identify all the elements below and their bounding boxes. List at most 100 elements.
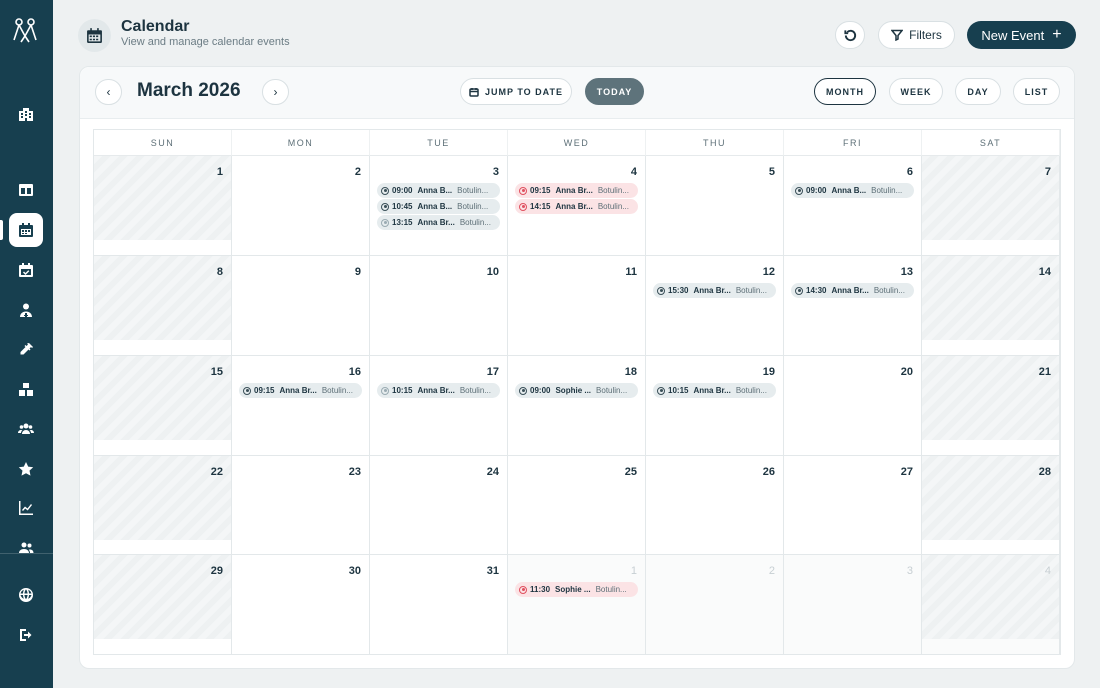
- day-cell[interactable]: 7: [922, 156, 1060, 256]
- event-chip[interactable]: 09:00 Anna B... Botulin...: [377, 183, 500, 198]
- weekday-header: MON: [232, 130, 370, 156]
- event-client: Anna Br...: [417, 218, 455, 227]
- day-number: 29: [210, 565, 223, 577]
- calendar-icon: [19, 223, 33, 237]
- day-cell[interactable]: 20: [784, 356, 922, 456]
- event-chip[interactable]: 15:30 Anna Br... Botulin...: [653, 283, 776, 298]
- weekday-header: SAT: [922, 130, 1060, 156]
- event-chip[interactable]: 09:00 Sophie ... Botulin...: [515, 383, 638, 398]
- logo-icon[interactable]: [10, 16, 40, 44]
- view-week-button[interactable]: WEEK: [889, 78, 943, 105]
- sidebar-item-calendar[interactable]: [9, 213, 43, 247]
- day-cell[interactable]: 22: [94, 456, 232, 555]
- day-cell[interactable]: 21: [922, 356, 1060, 456]
- view-list-button[interactable]: LIST: [1013, 78, 1060, 105]
- sidebar-item-dashboard[interactable]: [9, 173, 43, 207]
- day-cell[interactable]: 2: [232, 156, 370, 256]
- event-chip[interactable]: 09:15 Anna Br... Botulin...: [515, 183, 638, 198]
- event-chip[interactable]: 11:30 Sophie ... Botulin...: [515, 582, 638, 597]
- day-cell[interactable]: 9: [232, 256, 370, 356]
- event-chip[interactable]: 09:00 Anna B... Botulin...: [791, 183, 914, 198]
- sidebar-item-appointments[interactable]: [9, 253, 43, 287]
- day-cell[interactable]: 28: [922, 456, 1060, 555]
- day-cell[interactable]: 18 09:00 Sophie ... Botulin...: [508, 356, 646, 456]
- day-cell[interactable]: 10: [370, 256, 508, 356]
- day-cell[interactable]: 12 15:30 Anna Br... Botulin...: [646, 256, 784, 356]
- day-number: 10: [486, 266, 499, 278]
- event-chip[interactable]: 14:30 Anna Br... Botulin...: [791, 283, 914, 298]
- event-chip[interactable]: 14:15 Anna Br... Botulin...: [515, 199, 638, 214]
- day-cell[interactable]: 26: [646, 456, 784, 555]
- day-cell[interactable]: 31: [370, 555, 508, 655]
- sidebar-item-reviews[interactable]: [9, 452, 43, 486]
- event-chip[interactable]: 09:15 Anna Br... Botulin...: [239, 383, 362, 398]
- day-cell[interactable]: 4: [922, 555, 1060, 655]
- view-month-button[interactable]: MONTH: [814, 78, 876, 105]
- prev-month-button[interactable]: ‹: [95, 79, 122, 105]
- day-cell[interactable]: 24: [370, 456, 508, 555]
- day-cell[interactable]: 1 11:30 Sophie ... Botulin...: [508, 555, 646, 655]
- refresh-icon: [843, 29, 856, 41]
- day-cell[interactable]: 15: [94, 356, 232, 456]
- sidebar-item-logout[interactable]: [9, 618, 43, 652]
- day-number: 13: [900, 266, 913, 278]
- event-chip[interactable]: 10:15 Anna Br... Botulin...: [377, 383, 500, 398]
- sidebar-item-language[interactable]: [9, 578, 43, 612]
- day-number: 30: [348, 565, 361, 577]
- building-icon: [19, 108, 33, 121]
- day-cell[interactable]: 14: [922, 256, 1060, 356]
- event-chip[interactable]: 10:45 Anna B... Botulin...: [377, 199, 500, 214]
- day-cell[interactable]: 3 09:00 Anna B... Botulin... 10:45 Anna B... B…: [370, 156, 508, 256]
- sidebar-item-analytics[interactable]: [9, 491, 43, 525]
- day-cell[interactable]: 11: [508, 256, 646, 356]
- sidebar-item-treatments[interactable]: [9, 333, 43, 367]
- plus-icon: +: [1052, 26, 1062, 43]
- day-cell[interactable]: 6 09:00 Anna B... Botulin...: [784, 156, 922, 256]
- day-cell[interactable]: 16 09:15 Anna Br... Botulin...: [232, 356, 370, 456]
- status-dot-icon: [519, 386, 527, 395]
- day-cell[interactable]: 1: [94, 156, 232, 256]
- sidebar-item-staff[interactable]: [9, 293, 43, 327]
- day-cell[interactable]: 29: [94, 555, 232, 655]
- sidebar-item-clients[interactable]: [9, 412, 43, 446]
- view-day-button[interactable]: DAY: [955, 78, 1001, 105]
- filters-button[interactable]: Filters: [878, 21, 955, 49]
- day-cell[interactable]: 3: [784, 555, 922, 655]
- users-icon: [18, 423, 34, 434]
- day-cell[interactable]: 13 14:30 Anna Br... Botulin...: [784, 256, 922, 356]
- day-cell[interactable]: 5: [646, 156, 784, 256]
- day-cell[interactable]: 23: [232, 456, 370, 555]
- event-service: Botulin...: [597, 186, 629, 195]
- day-cell[interactable]: 8: [94, 256, 232, 356]
- day-cell[interactable]: 17 10:15 Anna Br... Botulin...: [370, 356, 508, 456]
- calendar-check-icon: [19, 263, 33, 277]
- new-event-button[interactable]: New Event +: [967, 21, 1076, 49]
- jump-to-date-button[interactable]: JUMP TO DATE: [460, 78, 572, 105]
- refresh-button[interactable]: [835, 21, 865, 49]
- logout-icon: [20, 629, 32, 641]
- day-cell[interactable]: 19 10:15 Anna Br... Botulin...: [646, 356, 784, 456]
- day-number: 14: [1038, 266, 1051, 278]
- day-cell[interactable]: 4 09:15 Anna Br... Botulin... 14:15 Anna Br..…: [508, 156, 646, 256]
- chart-line-icon: [19, 501, 33, 515]
- sidebar-item-team[interactable]: [9, 531, 43, 565]
- event-chip[interactable]: 13:15 Anna Br... Botulin...: [377, 215, 500, 230]
- event-chip[interactable]: 10:15 Anna Br... Botulin...: [653, 383, 776, 398]
- event-client: Anna Br...: [693, 286, 731, 295]
- day-cell[interactable]: 30: [232, 555, 370, 655]
- status-dot-icon: [795, 186, 803, 195]
- day-number: 6: [906, 166, 913, 178]
- day-cell[interactable]: 27: [784, 456, 922, 555]
- boxes-icon: [19, 383, 33, 396]
- today-button[interactable]: TODAY: [585, 78, 644, 105]
- day-cell[interactable]: 25: [508, 456, 646, 555]
- sidebar-item-buildings[interactable]: [9, 97, 43, 131]
- event-service: Botulin...: [321, 386, 353, 395]
- day-number: 3: [492, 166, 499, 178]
- day-cell[interactable]: 2: [646, 555, 784, 655]
- month-title: March 2026: [137, 80, 241, 101]
- event-time: 15:30: [668, 286, 689, 295]
- day-number: 2: [354, 166, 361, 178]
- sidebar-item-inventory[interactable]: [9, 373, 43, 407]
- next-month-button[interactable]: ›: [262, 79, 289, 105]
